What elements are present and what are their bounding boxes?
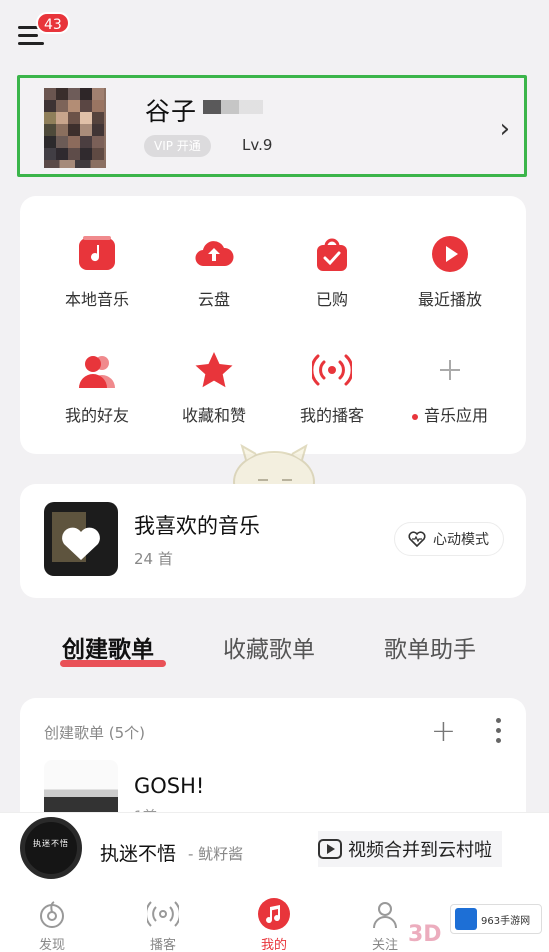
discover-icon [40, 901, 64, 928]
watermark-text: 963手游网 [481, 915, 531, 927]
grid-item-friends[interactable]: 我的好友 [37, 350, 157, 440]
grid-item-label: 音乐应用 [423, 406, 488, 425]
site-logo-icon [455, 908, 477, 930]
nav-label: 播客 [149, 938, 176, 952]
tab-created-playlists[interactable]: 创建歌单 [62, 630, 154, 664]
vip-badge[interactable]: VIP 开通 [144, 135, 211, 157]
avatar[interactable] [44, 88, 106, 168]
more-options-icon[interactable] [496, 718, 502, 744]
heart-outline-icon [408, 531, 426, 548]
plus-icon [440, 360, 460, 380]
disc-text: 执迷不悟 [33, 839, 69, 848]
grid-item-podcast[interactable]: 我的播客 [272, 350, 392, 440]
user-level: Lv.9 [242, 136, 273, 154]
nav-discover[interactable]: 发现 [12, 894, 92, 952]
notification-badge: 43 [36, 12, 70, 34]
nav-label: 我的 [260, 938, 287, 952]
heart-mode-button[interactable]: 心动模式 [394, 522, 504, 556]
now-playing-song: 执迷不悟 [100, 843, 177, 865]
grid-item-label: 我的播客 [299, 406, 364, 425]
profile-card[interactable]: 谷子 VIP 开通 Lv.9 › [17, 75, 527, 177]
grid-item-cloud-disk[interactable]: 云盘 [154, 234, 274, 324]
liked-music-cover[interactable] [44, 502, 118, 576]
top-bar: 43 [0, 0, 549, 70]
grid-item-label: 我的好友 [64, 406, 129, 425]
grid-item-local-music[interactable]: 本地音乐 [37, 234, 157, 324]
profile-name: 谷子 [145, 97, 198, 126]
now-playing-artist: - 鱿籽酱 [188, 845, 244, 863]
purchased-bag-icon [317, 238, 347, 271]
quick-access-grid: 本地音乐 云盘 已购 最近播放 我的好友 收藏和赞 我的播客 音乐应用 [20, 196, 526, 454]
grid-item-recent-play[interactable]: 最近播放 [390, 234, 510, 324]
heart-mode-label: 心动模式 [433, 532, 489, 548]
recent-play-icon [432, 236, 468, 272]
grid-item-label: 最近播放 [417, 290, 482, 309]
nav-podcast[interactable]: 播客 [123, 894, 203, 952]
tab-collected-playlists[interactable]: 收藏歌单 [223, 630, 315, 664]
grid-item-label-with-dot: 音乐应用 [390, 402, 510, 426]
local-music-icon [79, 236, 115, 270]
tab-playlist-assistant[interactable]: 歌单助手 [384, 630, 476, 664]
nav-mine[interactable]: 我的 [234, 894, 314, 952]
video-promo-text: 视频合并到云村啦 [348, 840, 492, 861]
grid-item-label: 已购 [315, 290, 348, 309]
nav-label: 发现 [38, 938, 65, 952]
cloud-upload-icon [195, 241, 234, 267]
mini-player[interactable]: 执迷不悟 执迷不悟 - 鱿籽酱 视频合并到云村啦 [0, 812, 549, 894]
liked-music-card[interactable]: 我喜欢的音乐 24 首 心动模式 [20, 484, 526, 598]
grid-item-label: 收藏和赞 [181, 406, 246, 425]
podcast-nav-icon [147, 901, 179, 927]
grid-item-label: 云盘 [197, 290, 230, 309]
menu-line-icon [18, 42, 44, 45]
liked-music-title: 我喜欢的音乐 [134, 514, 260, 538]
music-note-icon [258, 898, 290, 930]
grid-item-music-apps[interactable]: 音乐应用 [390, 350, 510, 440]
follow-icon [373, 902, 397, 929]
site-watermark: 963手游网 [450, 904, 542, 934]
chevron-right-icon[interactable]: › [500, 114, 510, 144]
now-playing-disc[interactable]: 执迷不悟 [20, 817, 82, 879]
grid-item-collections[interactable]: 收藏和赞 [154, 350, 274, 440]
heart-icon [52, 512, 100, 562]
star-icon [195, 352, 233, 388]
grid-item-purchased[interactable]: 已购 [272, 234, 392, 324]
playlist-title[interactable]: GOSH! [134, 774, 204, 798]
liked-music-count: 24 首 [134, 550, 173, 568]
list-header: 创建歌单 (5个) [44, 724, 146, 742]
podcast-icon [312, 354, 352, 386]
friends-icon [79, 356, 115, 388]
playlist-tabs: 创建歌单 收藏歌单 歌单助手 [0, 630, 549, 674]
new-dot-icon [411, 413, 418, 420]
grid-item-label: 本地音乐 [64, 290, 129, 309]
name-redaction [203, 100, 263, 114]
video-promo-banner[interactable]: 视频合并到云村啦 [318, 831, 502, 867]
video-play-icon [318, 839, 342, 859]
add-playlist-button[interactable]: + [431, 714, 456, 749]
menu-line-icon [18, 34, 38, 37]
watermark-3d: 3D [408, 922, 442, 947]
